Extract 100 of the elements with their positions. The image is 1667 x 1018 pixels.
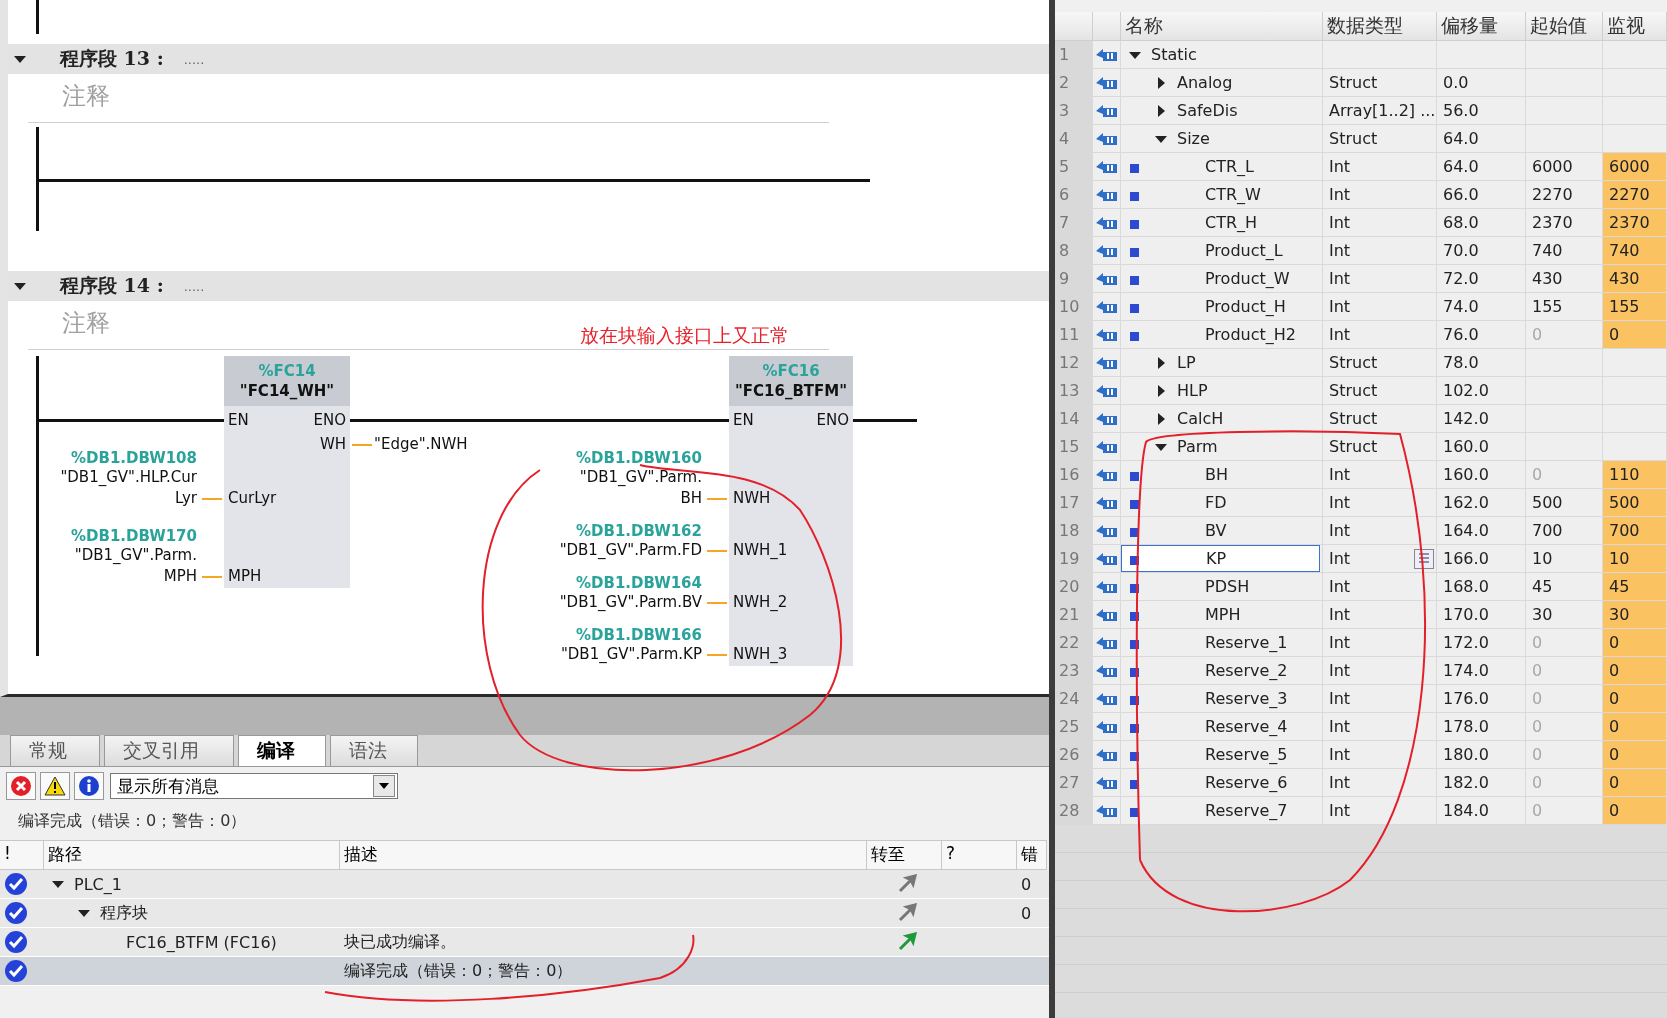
table-cell[interactable]: HLP: [1121, 377, 1323, 405]
operand-name[interactable]: "DB1_GV".Parm.FD: [559, 540, 702, 561]
data-type[interactable]: Struct: [1329, 353, 1378, 372]
dropdown-button[interactable]: [373, 775, 395, 797]
data-type[interactable]: Int: [1329, 689, 1351, 708]
data-type[interactable]: Int: [1329, 801, 1351, 820]
variable-name[interactable]: Reserve_3: [1205, 689, 1288, 708]
function-block[interactable]: %FC16 "FC16_BTFM" EN ENO NWH NWH_1 NWH_2 NWH_3: [729, 356, 853, 666]
collapse-caret-icon[interactable]: [14, 280, 26, 292]
table-cell[interactable]: MPH: [1121, 601, 1323, 629]
table-cell[interactable]: Product_H: [1121, 293, 1323, 321]
data-type[interactable]: Int: [1329, 325, 1351, 344]
operand-name[interactable]: "DB1_GV".Parm.KP: [560, 644, 702, 665]
data-type[interactable]: Struct: [1329, 437, 1378, 456]
variable-name[interactable]: Product_L: [1205, 241, 1283, 260]
goto-arrow-icon[interactable]: [896, 932, 917, 952]
data-type[interactable]: Int: [1329, 241, 1351, 260]
variable-name[interactable]: Reserve_2: [1205, 661, 1288, 680]
inspector-tab[interactable]: 编译: [238, 735, 326, 766]
type-list-button[interactable]: [1414, 548, 1434, 569]
variable-name[interactable]: LP: [1177, 353, 1196, 372]
filter-button[interactable]: [74, 772, 104, 800]
expand-caret-icon[interactable]: [52, 878, 64, 890]
start-value[interactable]: 2370: [1532, 213, 1573, 232]
operand-name[interactable]: "Edge".NWH: [374, 435, 468, 453]
table-cell[interactable]: PDSH: [1121, 573, 1323, 601]
variable-name[interactable]: KP: [1206, 549, 1227, 568]
inspector-tab[interactable]: 常规: [10, 735, 100, 766]
data-type[interactable]: Int: [1329, 465, 1351, 484]
start-value[interactable]: 500: [1532, 493, 1563, 512]
expand-caret-icon[interactable]: [1155, 412, 1167, 425]
data-type[interactable]: Int: [1329, 745, 1351, 764]
goto-arrow-icon[interactable]: [896, 874, 917, 894]
table-cell[interactable]: Product_W: [1121, 265, 1323, 293]
variable-name[interactable]: Reserve_5: [1205, 745, 1288, 764]
data-type[interactable]: Int: [1329, 717, 1351, 736]
column-header[interactable]: 错: [1017, 840, 1047, 870]
network-title-field[interactable]: .....: [183, 51, 205, 67]
table-cell[interactable]: FD: [1121, 489, 1323, 517]
start-value[interactable]: 430: [1532, 269, 1563, 288]
inspector-tab[interactable]: 交叉引用: [104, 735, 234, 766]
variable-name[interactable]: Static: [1151, 45, 1197, 64]
start-value[interactable]: 740: [1532, 241, 1563, 260]
variable-name[interactable]: Product_H2: [1205, 325, 1296, 344]
table-cell[interactable]: Reserve_1: [1121, 629, 1323, 657]
variable-name[interactable]: Product_H: [1205, 297, 1286, 316]
variable-name[interactable]: CTR_W: [1205, 185, 1261, 204]
variable-name[interactable]: Reserve_1: [1205, 633, 1288, 652]
variable-name[interactable]: HLP: [1177, 381, 1208, 400]
column-header[interactable]: 描述: [340, 840, 867, 870]
column-header[interactable]: 监视: [1603, 12, 1667, 41]
network-title-field[interactable]: .....: [183, 278, 205, 294]
variable-name[interactable]: Reserve_7: [1205, 801, 1288, 820]
column-header[interactable]: 路径: [44, 840, 340, 870]
table-cell[interactable]: Reserve_5: [1121, 741, 1323, 769]
table-cell[interactable]: Size: [1121, 125, 1323, 153]
variable-name[interactable]: Analog: [1177, 73, 1233, 92]
table-cell[interactable]: CTR_W: [1121, 181, 1323, 209]
collapse-caret-icon[interactable]: [14, 53, 26, 65]
message-row[interactable]: PLC_1 0: [0, 870, 1049, 899]
operand-name[interactable]: "DB1_GV".Parm. MPH: [74, 545, 197, 587]
variable-name[interactable]: Size: [1177, 129, 1210, 148]
start-value[interactable]: 30: [1532, 605, 1553, 624]
filter-button[interactable]: [40, 772, 70, 800]
start-value[interactable]: 700: [1532, 521, 1563, 540]
table-cell[interactable]: Reserve_6: [1121, 769, 1323, 797]
table-cell[interactable]: Analog: [1121, 69, 1323, 97]
message-path[interactable]: 程序块: [100, 902, 148, 924]
table-cell[interactable]: CTR_L: [1121, 153, 1323, 181]
start-value[interactable]: 6000: [1532, 157, 1573, 176]
variable-name[interactable]: CalcH: [1177, 409, 1224, 428]
message-row[interactable]: FC16_BTFM (FC16) 块已成功编译。: [0, 928, 1049, 957]
column-header[interactable]: 起始值: [1526, 12, 1603, 41]
data-type[interactable]: Int: [1329, 493, 1351, 512]
table-cell[interactable]: Static: [1121, 41, 1323, 69]
variable-name[interactable]: PDSH: [1205, 577, 1250, 596]
variable-name[interactable]: SafeDis: [1177, 101, 1238, 120]
column-header[interactable]: !: [0, 840, 44, 870]
data-type[interactable]: Struct: [1329, 73, 1378, 92]
table-cell[interactable]: Reserve_2: [1121, 657, 1323, 685]
operand-name[interactable]: "DB1_GV".Parm. BH: [579, 467, 702, 509]
inspector-tab[interactable]: 语法: [330, 735, 418, 766]
variable-name[interactable]: BH: [1205, 465, 1228, 484]
data-type[interactable]: Int: [1329, 549, 1351, 568]
table-cell[interactable]: Reserve_3: [1121, 685, 1323, 713]
message-row[interactable]: 程序块 0: [0, 899, 1049, 928]
data-type[interactable]: Struct: [1329, 381, 1378, 400]
message-filter-dropdown[interactable]: 显示所有消息: [110, 773, 398, 799]
data-type[interactable]: Array[1..2] ...: [1329, 101, 1436, 120]
expand-caret-icon[interactable]: [1155, 356, 1167, 369]
message-path[interactable]: PLC_1: [74, 874, 122, 894]
start-value[interactable]: 155: [1532, 297, 1563, 316]
variable-name[interactable]: FD: [1205, 493, 1227, 512]
goto-arrow-icon[interactable]: [896, 903, 917, 923]
data-type[interactable]: Int: [1329, 157, 1351, 176]
table-cell[interactable]: CTR_H: [1121, 209, 1323, 237]
expand-caret-icon[interactable]: [78, 907, 90, 919]
variable-name[interactable]: Reserve_6: [1205, 773, 1288, 792]
operand-name[interactable]: "DB1_GV".Parm.BV: [559, 592, 702, 613]
data-type[interactable]: Int: [1329, 577, 1351, 596]
